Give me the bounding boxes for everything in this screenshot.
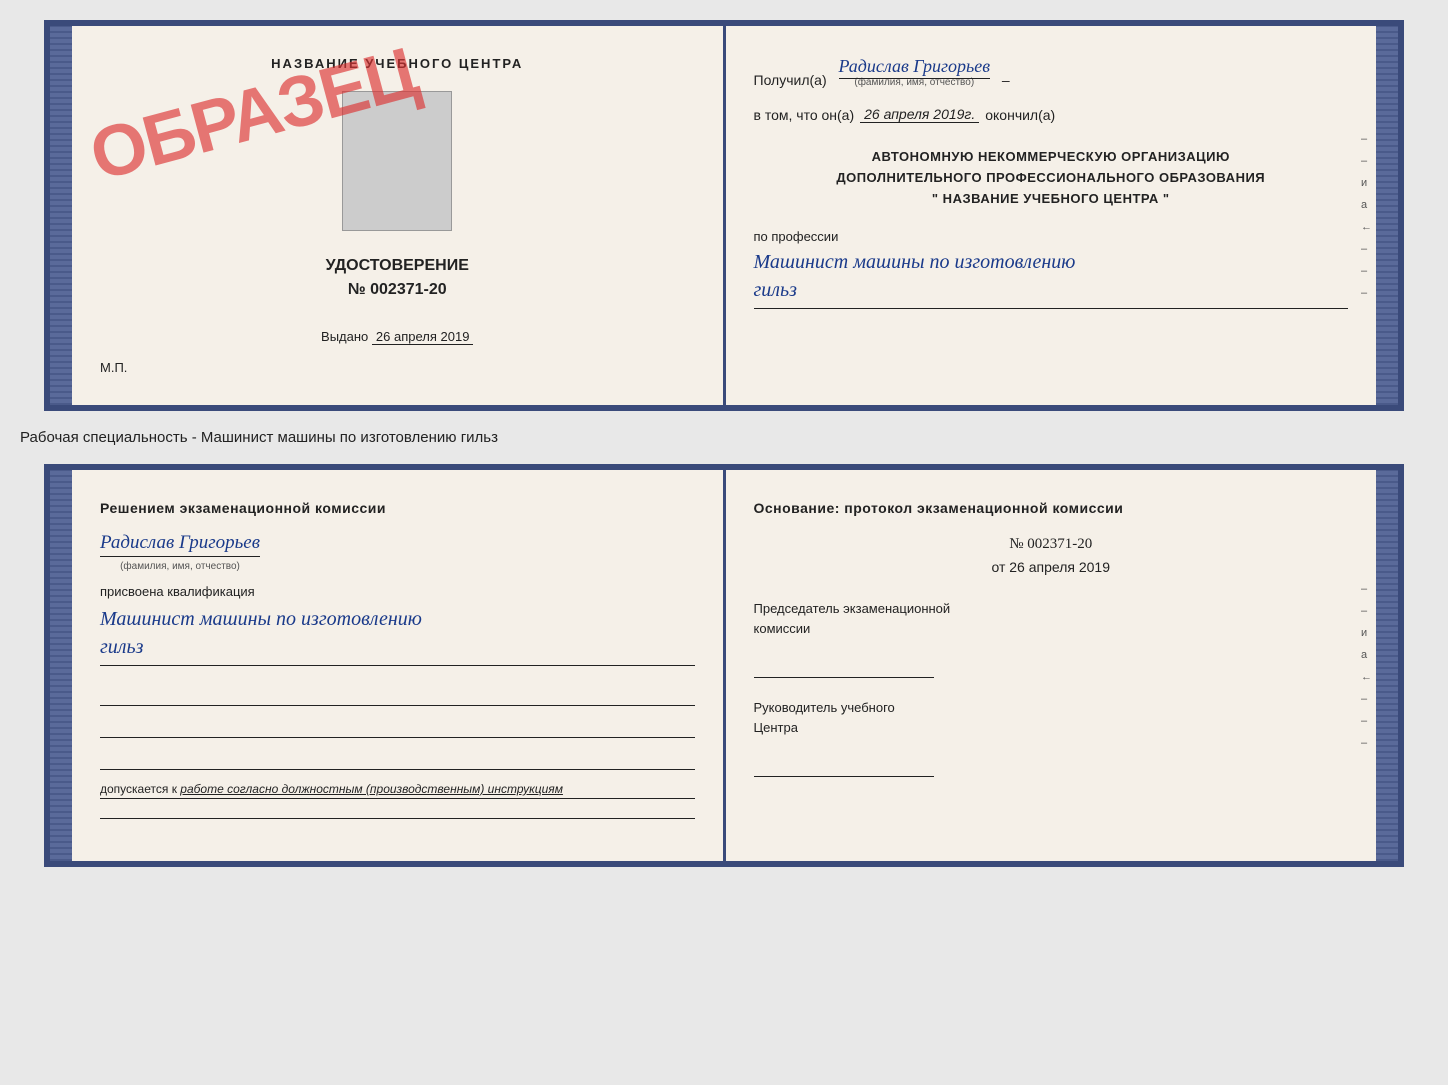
top-right-panel: Получил(а) Радислав Григорьев (фамилия, … [726,26,1377,405]
bottom-spine-left [50,470,72,861]
allowed-prefix: допускается к [100,782,177,796]
bottom-side-marks: – – и а ← – – – [1361,583,1372,749]
profession-label: по профессии [754,229,1349,244]
blank-line-3 [100,750,695,770]
recipient-name: Радислав Григорьев [839,56,991,79]
qualification-value-text: Машинист машины по изготовлению [100,608,422,630]
mp-label: М.П. [100,360,695,375]
protocol-date-prefix: от [991,559,1005,575]
bottom-spine-right [1376,470,1398,861]
cert-number: № 002371-20 [100,281,695,299]
bottom-right-panel: Основание: протокол экзаменационной коми… [726,470,1377,861]
side-marks: – – и а ← – – – [1361,133,1372,299]
basis-title: Основание: протокол экзаменационной коми… [754,500,1349,516]
profession-value2-text: гильз [754,279,797,301]
bottom-fio-sublabel: (фамилия, имя, отчество) [100,561,260,572]
bottom-document: Решением экзаменационной комиссии Радисл… [44,464,1404,867]
protocol-number: № 002371-20 [754,536,1349,553]
date-value: 26 апреля 2019г. [860,106,979,123]
issued-label: Выдано [321,329,368,344]
profession-value-text: Машинист машины по изготовлению [754,251,1076,273]
top-left-panel: НАЗВАНИЕ УЧЕБНОГО ЦЕНТРА ОБРАЗЕЦ УДОСТОВ… [72,26,726,405]
head-sig-line [754,757,934,777]
caption-line: Рабочая специальность - Машинист машины … [20,429,498,446]
assigned-label: присвоена квалификация [100,584,695,599]
allowed-text: работе согласно должностным (производств… [180,782,563,796]
top-document: НАЗВАНИЕ УЧЕБНОГО ЦЕНТРА ОБРАЗЕЦ УДОСТОВ… [44,20,1404,411]
bottom-section-title: Решением экзаменационной комиссии [100,500,695,516]
photo-placeholder [342,91,452,231]
head-label: Руководитель учебного [754,698,1349,718]
date-line: в том, что он(а) 26 апреля 2019г. окончи… [754,106,1349,123]
profession-value: Машинист машины по изготовлению гильз [754,248,1349,309]
qualification-value: Машинист машины по изготовлению гильз [100,605,695,666]
chairman-block: Председатель экзаменационной комиссии [754,599,1349,638]
cert-title: УДОСТОВЕРЕНИЕ [100,257,695,275]
received-label: Получил(а) [754,72,827,88]
spine-right [1376,26,1398,405]
protocol-date-value: 26 апреля 2019 [1009,559,1110,575]
org-line1: АВТОНОМНУЮ НЕКОММЕРЧЕСКУЮ ОРГАНИЗАЦИЮ [754,147,1349,168]
cert-issued: Выдано 26 апреля 2019 [100,329,695,344]
issued-date: 26 апреля 2019 [372,329,474,345]
recipient-line: Получил(а) Радислав Григорьев (фамилия, … [754,56,1349,88]
head-label2: Центра [754,718,1349,738]
chairman-label2: комиссии [754,619,1349,639]
org-block: АВТОНОМНУЮ НЕКОММЕРЧЕСКУЮ ОРГАНИЗАЦИЮ ДО… [754,147,1349,209]
blank-line-4 [100,799,695,819]
head-block: Руководитель учебного Центра [754,698,1349,737]
org-line2: ДОПОЛНИТЕЛЬНОГО ПРОФЕССИОНАЛЬНОГО ОБРАЗО… [754,168,1349,189]
allowed-block: допускается к работе согласно должностны… [100,782,695,799]
qualifier-name: Радислав Григорьев [100,532,260,557]
bottom-left-panel: Решением экзаменационной комиссии Радисл… [72,470,726,861]
org-line3: " НАЗВАНИЕ УЧЕБНОГО ЦЕНТРА " [754,189,1349,210]
top-label: НАЗВАНИЕ УЧЕБНОГО ЦЕНТРА [100,56,695,71]
spine-left [50,26,72,405]
protocol-date: от 26 апреля 2019 [754,559,1349,575]
blank-line-2 [100,718,695,738]
date-suffix: окончил(а) [985,107,1055,123]
chairman-sig-line [754,658,934,678]
qualification-value2-text: гильз [100,636,143,658]
date-prefix: в том, что он(а) [754,107,855,123]
blank-line-1 [100,686,695,706]
chairman-label: Председатель экзаменационной [754,599,1349,619]
